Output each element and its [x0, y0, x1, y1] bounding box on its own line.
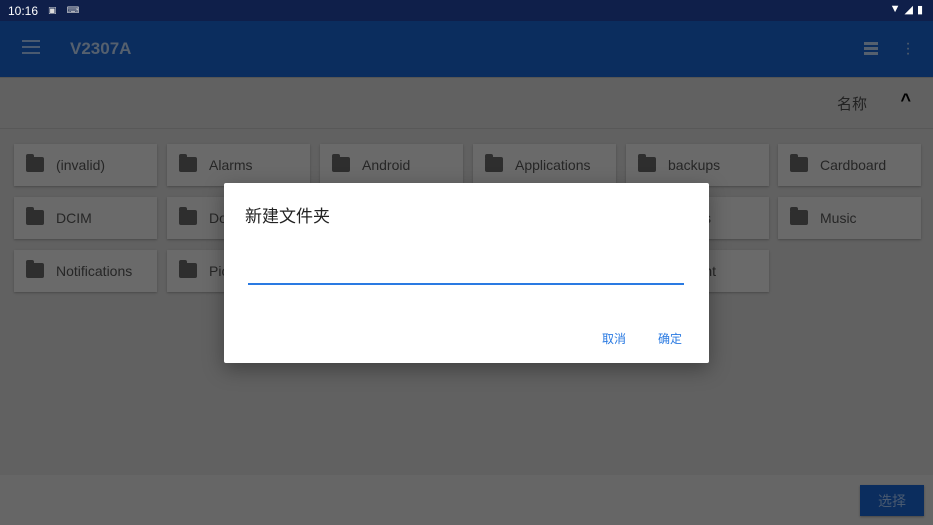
cancel-button[interactable]: 取消 [602, 330, 626, 347]
folder-item[interactable]: Notifications [14, 250, 157, 292]
folder-item[interactable]: backups [626, 144, 769, 186]
folder-icon [332, 154, 350, 172]
folder-name: backups [668, 157, 721, 173]
new-folder-dialog: 新建文件夹 取消 确定 [224, 183, 709, 363]
status-bar: 10:16 ▣ ⌨ ▼ ◢ ▮ [0, 0, 933, 21]
folder-name: Alarms [209, 157, 253, 173]
folder-name: Notifications [56, 263, 133, 279]
folder-item[interactable]: Applications [473, 144, 616, 186]
folder-item[interactable]: DCIM [14, 197, 157, 239]
folder-icon [26, 260, 44, 278]
dialog-title: 新建文件夹 [245, 207, 330, 226]
folder-icon [179, 154, 197, 172]
folder-icon [790, 207, 808, 225]
folder-icon [26, 154, 44, 172]
list-view-icon[interactable] [864, 42, 878, 55]
sort-label[interactable]: 名称 [837, 93, 867, 114]
app-bar: V2307A · · · [0, 21, 933, 77]
battery-icon: ▮ [916, 4, 923, 16]
sort-bar: 名称 ^ [0, 77, 933, 129]
folder-item[interactable]: Music [778, 197, 921, 239]
folder-name: (invalid) [56, 157, 106, 173]
folder-icon [790, 154, 808, 172]
folder-icon [179, 207, 197, 225]
folder-item[interactable]: Alarms [167, 144, 310, 186]
bottom-bar [0, 475, 933, 525]
wifi-icon: ▼ [889, 3, 901, 15]
folder-item[interactable]: (invalid) [14, 144, 157, 186]
folder-item[interactable]: Android [320, 144, 463, 186]
status-time: 10:16 [8, 3, 39, 18]
folder-icon [638, 154, 656, 172]
select-button[interactable]: 选择 [860, 485, 924, 516]
folder-name: Music [820, 210, 857, 226]
folder-name: Applications [515, 157, 591, 173]
app-title: V2307A [70, 39, 132, 58]
folder-icon [26, 207, 44, 225]
signal-icon: ◢ [904, 4, 913, 16]
folder-icon [485, 154, 503, 172]
folder-name: Cardboard [820, 157, 887, 173]
a11y-icon: ▣ [48, 5, 57, 15]
keyboard-icon: ⌨ [66, 5, 80, 15]
ok-button[interactable]: 确定 [658, 330, 682, 347]
folder-name: DCIM [56, 210, 92, 226]
folder-name: Android [362, 157, 411, 173]
chevron-up-icon[interactable]: ^ [900, 90, 911, 111]
more-icon[interactable]: · · · [905, 36, 911, 62]
folder-icon [179, 260, 197, 278]
folder-name-input[interactable] [248, 255, 684, 285]
menu-icon[interactable] [22, 40, 40, 54]
folder-item[interactable]: Cardboard [778, 144, 921, 186]
